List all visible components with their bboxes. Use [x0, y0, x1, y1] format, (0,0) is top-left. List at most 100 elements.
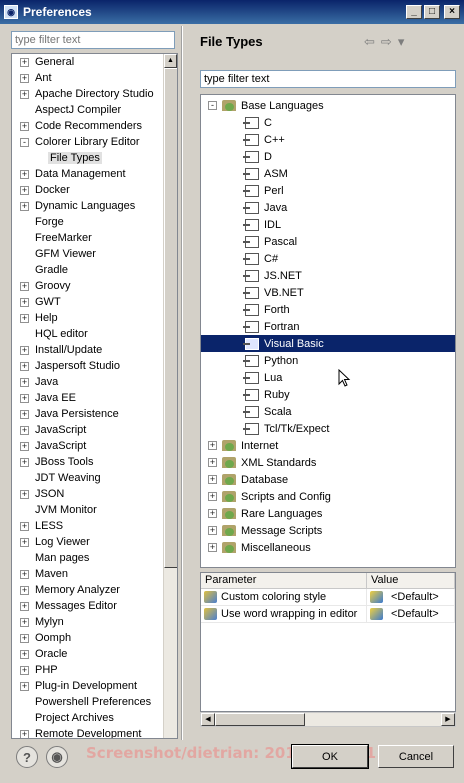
tree-item[interactable]: AspectJ Compiler — [12, 102, 177, 118]
help-icon[interactable]: ? — [16, 746, 38, 768]
tree-item[interactable]: + Jaspersoft Studio — [12, 358, 177, 374]
expand-icon[interactable]: + — [20, 457, 29, 467]
file-type-item[interactable]: Pascal — [201, 233, 455, 250]
horizontal-scrollbar[interactable]: ◀ ▶ — [200, 712, 456, 727]
tree-item[interactable]: + Groovy — [12, 278, 177, 294]
file-type-item[interactable]: Java — [201, 199, 455, 216]
expand-icon[interactable]: + — [20, 57, 29, 67]
file-type-item[interactable]: Scala — [201, 403, 455, 420]
file-type-item[interactable]: + Database — [201, 471, 455, 488]
tree-item[interactable]: + Oracle — [12, 646, 177, 662]
expand-icon[interactable]: + — [20, 313, 29, 323]
scroll-up-icon[interactable]: ▲ — [164, 54, 177, 68]
expand-icon[interactable]: + — [20, 521, 29, 531]
file-type-item[interactable]: Lua — [201, 369, 455, 386]
parameter-value[interactable]: <Default> — [391, 591, 439, 603]
splitter-sash[interactable] — [181, 26, 183, 740]
tree-item[interactable]: - Colorer Library Editor — [12, 134, 177, 150]
expand-icon[interactable]: + — [208, 509, 217, 518]
expand-icon[interactable]: + — [20, 537, 29, 547]
expand-icon[interactable]: + — [20, 729, 29, 738]
left-filter-input[interactable] — [11, 31, 175, 49]
file-type-item[interactable]: C — [201, 114, 455, 131]
tree-item[interactable]: + Maven — [12, 566, 177, 582]
expand-icon[interactable]: + — [20, 665, 29, 675]
expand-icon[interactable]: + — [20, 185, 29, 195]
expand-icon[interactable]: + — [20, 393, 29, 403]
expand-icon[interactable]: + — [20, 617, 29, 627]
file-type-item[interactable]: + XML Standards — [201, 454, 455, 471]
tree-item[interactable]: HQL editor — [12, 326, 177, 342]
expand-icon[interactable]: + — [20, 649, 29, 659]
tree-item[interactable]: + Help — [12, 310, 177, 326]
tree-item[interactable]: + Apache Directory Studio — [12, 86, 177, 102]
column-header-value[interactable]: Value — [367, 573, 455, 588]
parameter-value[interactable]: <Default> — [391, 608, 439, 620]
expand-icon[interactable]: + — [20, 345, 29, 355]
tree-item[interactable]: Gradle — [12, 262, 177, 278]
tree-item[interactable]: + Log Viewer — [12, 534, 177, 550]
file-type-item[interactable]: ASM — [201, 165, 455, 182]
file-type-item[interactable]: Fortran — [201, 318, 455, 335]
expand-icon[interactable]: + — [20, 633, 29, 643]
expand-icon[interactable]: + — [20, 121, 29, 131]
import-export-icon[interactable]: ◉ — [46, 746, 68, 768]
back-arrow-icon[interactable]: ⇦ — [364, 34, 375, 50]
expand-icon[interactable]: + — [20, 489, 29, 499]
expand-icon[interactable]: + — [208, 475, 217, 484]
file-type-item[interactable]: + Rare Languages — [201, 505, 455, 522]
tree-item[interactable]: + Data Management — [12, 166, 177, 182]
tree-item[interactable]: + Java — [12, 374, 177, 390]
table-row[interactable]: Custom coloring style <Default> — [201, 589, 455, 606]
tree-item[interactable]: GFM Viewer — [12, 246, 177, 262]
tree-item[interactable]: + Plug-in Development — [12, 678, 177, 694]
tree-item[interactable]: + Remote Development — [12, 726, 177, 738]
file-type-item[interactable]: IDL — [201, 216, 455, 233]
tree-item[interactable]: + JBoss Tools — [12, 454, 177, 470]
file-type-item[interactable]: Ruby — [201, 386, 455, 403]
expand-icon[interactable]: + — [208, 458, 217, 467]
expand-icon[interactable]: + — [20, 73, 29, 83]
tree-item[interactable]: FreeMarker — [12, 230, 177, 246]
scrollbar-thumb[interactable] — [215, 713, 305, 726]
file-type-item[interactable]: Forth — [201, 301, 455, 318]
expand-icon[interactable]: + — [20, 201, 29, 211]
tree-item[interactable]: + Java Persistence — [12, 406, 177, 422]
collapse-icon[interactable]: - — [20, 137, 29, 147]
file-type-item[interactable]: Perl — [201, 182, 455, 199]
expand-icon[interactable]: + — [20, 361, 29, 371]
file-type-item[interactable]: + Message Scripts — [201, 522, 455, 539]
file-type-item[interactable]: C++ — [201, 131, 455, 148]
file-type-item[interactable]: JS.NET — [201, 267, 455, 284]
expand-icon[interactable]: + — [208, 543, 217, 552]
expand-icon[interactable]: + — [20, 601, 29, 611]
tree-item[interactable]: + General — [12, 54, 177, 70]
file-type-item[interactable]: - Base Languages — [201, 97, 455, 114]
expand-icon[interactable]: + — [20, 377, 29, 387]
right-filter-input[interactable] — [200, 70, 456, 88]
tree-item[interactable]: + Oomph — [12, 630, 177, 646]
expand-icon[interactable]: + — [20, 681, 29, 691]
expand-icon[interactable]: + — [20, 169, 29, 179]
column-header-parameter[interactable]: Parameter — [201, 573, 367, 588]
tree-item[interactable]: + PHP — [12, 662, 177, 678]
expand-icon[interactable]: + — [20, 409, 29, 419]
tree-item[interactable]: JVM Monitor — [12, 502, 177, 518]
maximize-button[interactable]: □ — [424, 5, 440, 19]
table-row[interactable]: Use word wrapping in editor <Default> — [201, 606, 455, 623]
tree-item[interactable]: JDT Weaving — [12, 470, 177, 486]
cancel-button[interactable]: Cancel — [378, 745, 454, 768]
file-type-item[interactable]: C# — [201, 250, 455, 267]
expand-icon[interactable]: + — [20, 569, 29, 579]
file-type-item[interactable]: VB.NET — [201, 284, 455, 301]
expand-icon[interactable]: + — [20, 585, 29, 595]
tree-item[interactable]: + Dynamic Languages — [12, 198, 177, 214]
tree-item[interactable]: Forge — [12, 214, 177, 230]
ok-button[interactable]: OK — [291, 744, 369, 769]
tree-item[interactable]: + JavaScript — [12, 438, 177, 454]
file-type-item[interactable]: + Scripts and Config — [201, 488, 455, 505]
tree-item[interactable]: + Docker — [12, 182, 177, 198]
minimize-button[interactable]: _ — [406, 5, 422, 19]
expand-icon[interactable]: + — [20, 297, 29, 307]
tree-item[interactable]: Powershell Preferences — [12, 694, 177, 710]
